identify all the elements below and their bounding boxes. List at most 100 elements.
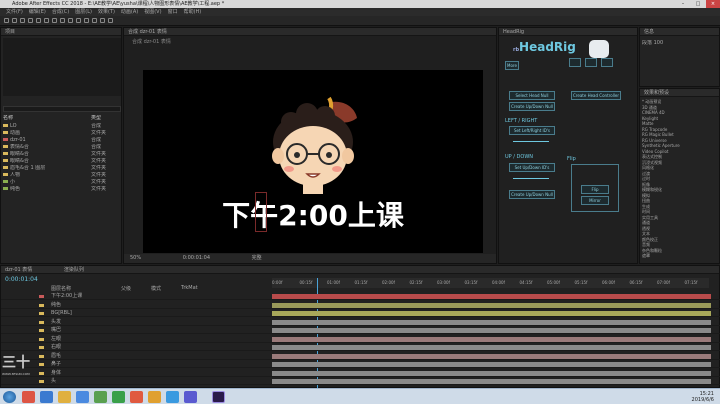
hand-tool-icon[interactable] (20, 18, 25, 23)
effect-category[interactable]: 透视 (642, 226, 717, 231)
brush-tool-icon[interactable] (84, 18, 89, 23)
layer-duration-bar[interactable] (272, 294, 711, 299)
effect-category[interactable]: 颜色校正 (642, 237, 717, 242)
tab-info[interactable]: 信息 (640, 28, 719, 36)
eraser-tool-icon[interactable] (100, 18, 105, 23)
effect-category[interactable]: Matte (642, 121, 717, 126)
comp-breadcrumb[interactable]: 合成 dzr-01 表情 (132, 38, 171, 45)
create-up-down-null-button[interactable]: Create Up/Down Null (509, 190, 555, 199)
mirror-button[interactable]: Mirror (581, 196, 609, 205)
minimize-icon[interactable]: – (676, 0, 690, 8)
tab-render-queue[interactable]: 渲染队列 (64, 267, 84, 273)
quality-select[interactable]: 完整 (252, 255, 262, 261)
menu-item[interactable]: 效果(T) (98, 9, 115, 15)
layer-duration-bar[interactable] (272, 379, 711, 384)
flip-button[interactable]: Flip (581, 185, 609, 194)
effect-category[interactable]: * 动画预设 (642, 99, 717, 104)
effect-category[interactable]: RG Universe (642, 138, 717, 143)
effect-category[interactable]: RG Trapcode (642, 127, 717, 132)
rotate-tool-icon[interactable] (36, 18, 41, 23)
app-icon-purple[interactable] (184, 391, 197, 403)
zoom-level[interactable]: 50% (130, 255, 141, 261)
timeline-layer-row[interactable]: 纯色 (1, 302, 720, 309)
rig-icon-3[interactable] (601, 58, 613, 67)
camera-tool-icon[interactable] (44, 18, 49, 23)
menu-item[interactable]: 视图(V) (144, 9, 161, 15)
tab-project[interactable]: 项目 (1, 28, 121, 36)
project-search-input[interactable] (3, 106, 121, 112)
selection-tool-icon[interactable] (12, 18, 17, 23)
maximize-icon[interactable]: □ (691, 0, 705, 8)
rig-icon-1[interactable] (569, 58, 581, 67)
project-item[interactable]: 眼睛&合 文件夹 (3, 151, 119, 157)
tab-headrig[interactable]: HeadRig (499, 28, 637, 36)
project-item[interactable]: 纯色 文件夹 (3, 186, 119, 192)
timeline-layer-row[interactable]: 右眼 (1, 344, 720, 351)
effect-category[interactable]: CINEMA 4D (642, 110, 717, 115)
layer-duration-bar[interactable] (272, 353, 711, 359)
pen-tool-icon[interactable] (68, 18, 73, 23)
layer-duration-bar[interactable] (272, 362, 711, 367)
project-item[interactable]: LO 合成 (3, 123, 119, 129)
effect-category[interactable]: 模拟 (642, 193, 717, 198)
app-icon-m[interactable] (40, 391, 53, 403)
time-ruler[interactable]: 0:00f 00:15f 01:00f 01:15f 02:00f 02:15f 03:00… (272, 278, 709, 288)
app-icon-blue[interactable] (76, 391, 89, 403)
layer-duration-bar[interactable] (272, 319, 711, 325)
timeline-layer-row[interactable]: 头 (1, 378, 720, 385)
timeline-timecode[interactable]: 0:00:01:04 (5, 276, 38, 283)
menu-item[interactable]: 合成(C) (52, 9, 69, 15)
effect-category[interactable]: 3D 通道 (642, 105, 717, 110)
timeline-layer-row[interactable]: 头发 (1, 319, 720, 326)
rig-icon-2[interactable] (585, 58, 597, 67)
effect-category[interactable]: 生成 (642, 204, 717, 209)
effect-category[interactable]: 通道 (642, 220, 717, 225)
after-effects-icon[interactable] (212, 391, 225, 403)
layer-duration-bar[interactable] (272, 370, 711, 376)
effect-category[interactable]: 风格化 (642, 165, 717, 170)
zoom-tool-icon[interactable] (28, 18, 33, 23)
layer-duration-bar[interactable] (272, 328, 711, 333)
mask-tool-icon[interactable] (60, 18, 65, 23)
browser-icon[interactable] (22, 391, 35, 403)
app-icon-red[interactable] (130, 391, 143, 403)
menu-item[interactable]: 图层(L) (75, 9, 92, 15)
layer-duration-bar[interactable] (272, 302, 711, 308)
pan-tool-icon[interactable] (52, 18, 57, 23)
effect-category[interactable]: 沉浸式视频 (642, 160, 717, 165)
effect-category[interactable]: 文本 (642, 231, 717, 236)
app-icon-orange[interactable] (148, 391, 161, 403)
project-item[interactable]: 小 文件夹 (3, 179, 119, 185)
layer-duration-bar[interactable] (272, 345, 711, 350)
effect-category[interactable]: 扭曲 (642, 198, 717, 203)
layer-duration-bar[interactable] (272, 336, 711, 342)
tab-composition[interactable]: 合成 dzr-01 表情 (124, 28, 496, 36)
effect-category[interactable]: 抠像 (642, 182, 717, 187)
timeline-layer-row[interactable]: BG[RBL] (1, 310, 720, 317)
project-item[interactable]: dzr-01 合成 (3, 137, 119, 143)
start-button-icon[interactable] (3, 391, 16, 403)
effect-category[interactable]: Keylight (642, 116, 717, 121)
viewer-timecode[interactable]: 0:00:01:04 (183, 255, 210, 261)
menu-item[interactable]: 文件(F) (6, 9, 23, 15)
set-up-down-button[interactable]: Set Up/Down ID's (509, 163, 555, 172)
tab-effects[interactable]: 效果和预设 (640, 89, 719, 97)
set-left-right-button[interactable]: Set Left/Right ID's (509, 126, 555, 135)
timeline-layer-row[interactable]: 鼻子 (1, 361, 720, 368)
text-tool-icon[interactable] (76, 18, 81, 23)
menu-item[interactable]: 窗口 (168, 9, 178, 15)
create-head-null-button[interactable]: Create Up/Down Null (509, 102, 555, 111)
project-item[interactable]: 眼睛&合 文件夹 (3, 158, 119, 164)
left-right-slider[interactable] (513, 141, 549, 142)
effect-category[interactable]: RG Magic Bullet (642, 132, 717, 137)
project-item[interactable]: 表情&合 合成 (3, 144, 119, 150)
effect-category[interactable]: 实用工具 (642, 215, 717, 220)
menu-item[interactable]: 动画(A) (121, 9, 138, 15)
effect-category[interactable]: 表达式控制 (642, 154, 717, 159)
composition-viewer[interactable]: 下午2:00上课 (143, 70, 483, 253)
caption-text[interactable]: 下午2:00上课 (143, 194, 483, 234)
close-icon[interactable]: × (706, 0, 720, 8)
layer-duration-bar[interactable] (272, 311, 711, 316)
effect-category[interactable]: 遮罩 (642, 253, 717, 258)
effect-category[interactable]: Video Copilot (642, 149, 717, 154)
